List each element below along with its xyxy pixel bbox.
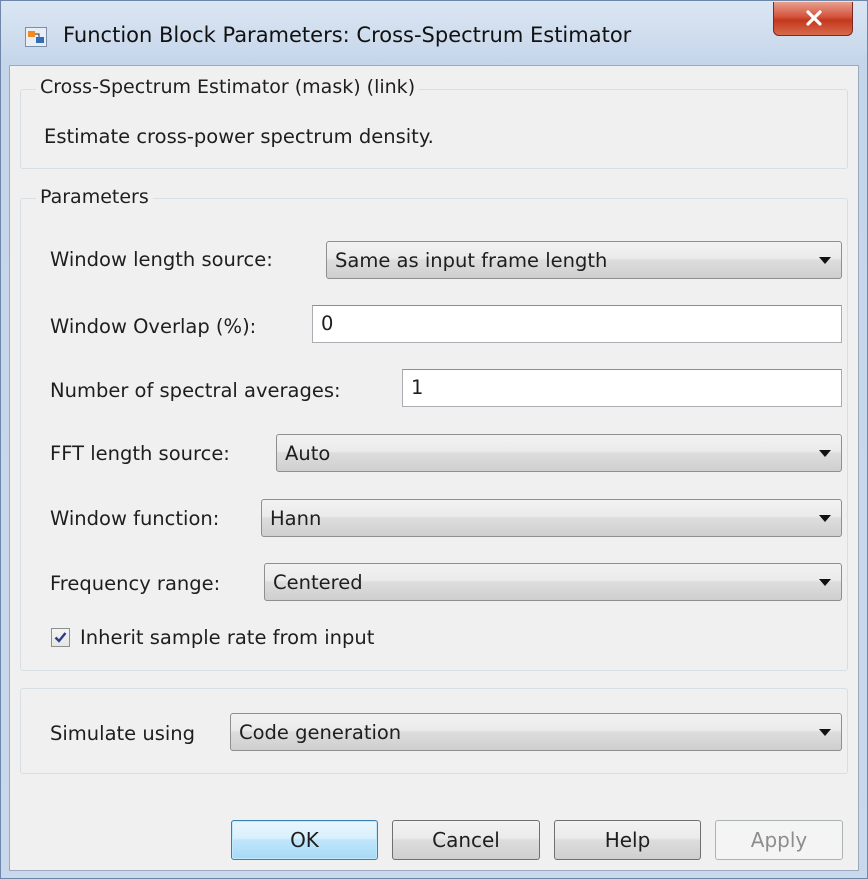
chevron-down-icon — [819, 515, 831, 522]
window-length-source-select[interactable]: Same as input frame length — [326, 241, 842, 279]
window-length-source-label: Window length source: — [50, 248, 273, 271]
window-length-source-value: Same as input frame length — [335, 249, 608, 272]
mask-group-legend: Cross-Spectrum Estimator (mask) (link) — [36, 76, 420, 98]
simulate-using-label: Simulate using — [50, 722, 196, 745]
inherit-sample-rate-label[interactable]: Inherit sample rate from input — [80, 626, 374, 649]
window-function-select[interactable]: Hann — [261, 499, 842, 537]
inherit-sample-rate-checkbox[interactable] — [51, 628, 70, 647]
fft-length-source-value: Auto — [285, 442, 331, 465]
fft-length-source-select[interactable]: Auto — [276, 434, 842, 472]
chevron-down-icon — [819, 450, 831, 457]
chevron-down-icon — [819, 257, 831, 264]
simulate-using-value: Code generation — [239, 721, 402, 744]
window-function-value: Hann — [270, 507, 322, 530]
dialog-client-area: Cross-Spectrum Estimator (mask) (link) E… — [9, 65, 859, 871]
frequency-range-value: Centered — [273, 571, 363, 594]
cancel-button[interactable]: Cancel — [392, 820, 540, 860]
window-title: Function Block Parameters: Cross-Spectru… — [63, 23, 632, 47]
dialog-window: Function Block Parameters: Cross-Spectru… — [0, 0, 868, 879]
window-overlap-field[interactable]: 0 — [312, 305, 842, 343]
mask-description: Estimate cross-power spectrum density. — [44, 125, 434, 148]
chevron-down-icon — [819, 729, 831, 736]
simulink-block-icon — [25, 27, 47, 47]
parameters-legend: Parameters — [36, 186, 153, 208]
help-button[interactable]: Help — [554, 820, 701, 860]
fft-length-source-label: FFT length source: — [50, 442, 230, 465]
title-bar[interactable]: Function Block Parameters: Cross-Spectru… — [1, 1, 867, 65]
checkmark-icon — [54, 632, 67, 643]
spectral-averages-field[interactable]: 1 — [402, 369, 842, 407]
window-overlap-label: Window Overlap (%): — [50, 315, 257, 338]
apply-button[interactable]: Apply — [715, 820, 843, 860]
frequency-range-select[interactable]: Centered — [264, 563, 842, 601]
window-function-label: Window function: — [50, 507, 220, 530]
simulate-using-select[interactable]: Code generation — [230, 713, 842, 751]
frequency-range-label: Frequency range: — [50, 572, 221, 595]
chevron-down-icon — [819, 579, 831, 586]
spectral-averages-label: Number of spectral averages: — [50, 379, 341, 402]
close-button[interactable] — [773, 2, 853, 36]
close-icon — [806, 10, 822, 26]
ok-button[interactable]: OK — [231, 820, 378, 860]
